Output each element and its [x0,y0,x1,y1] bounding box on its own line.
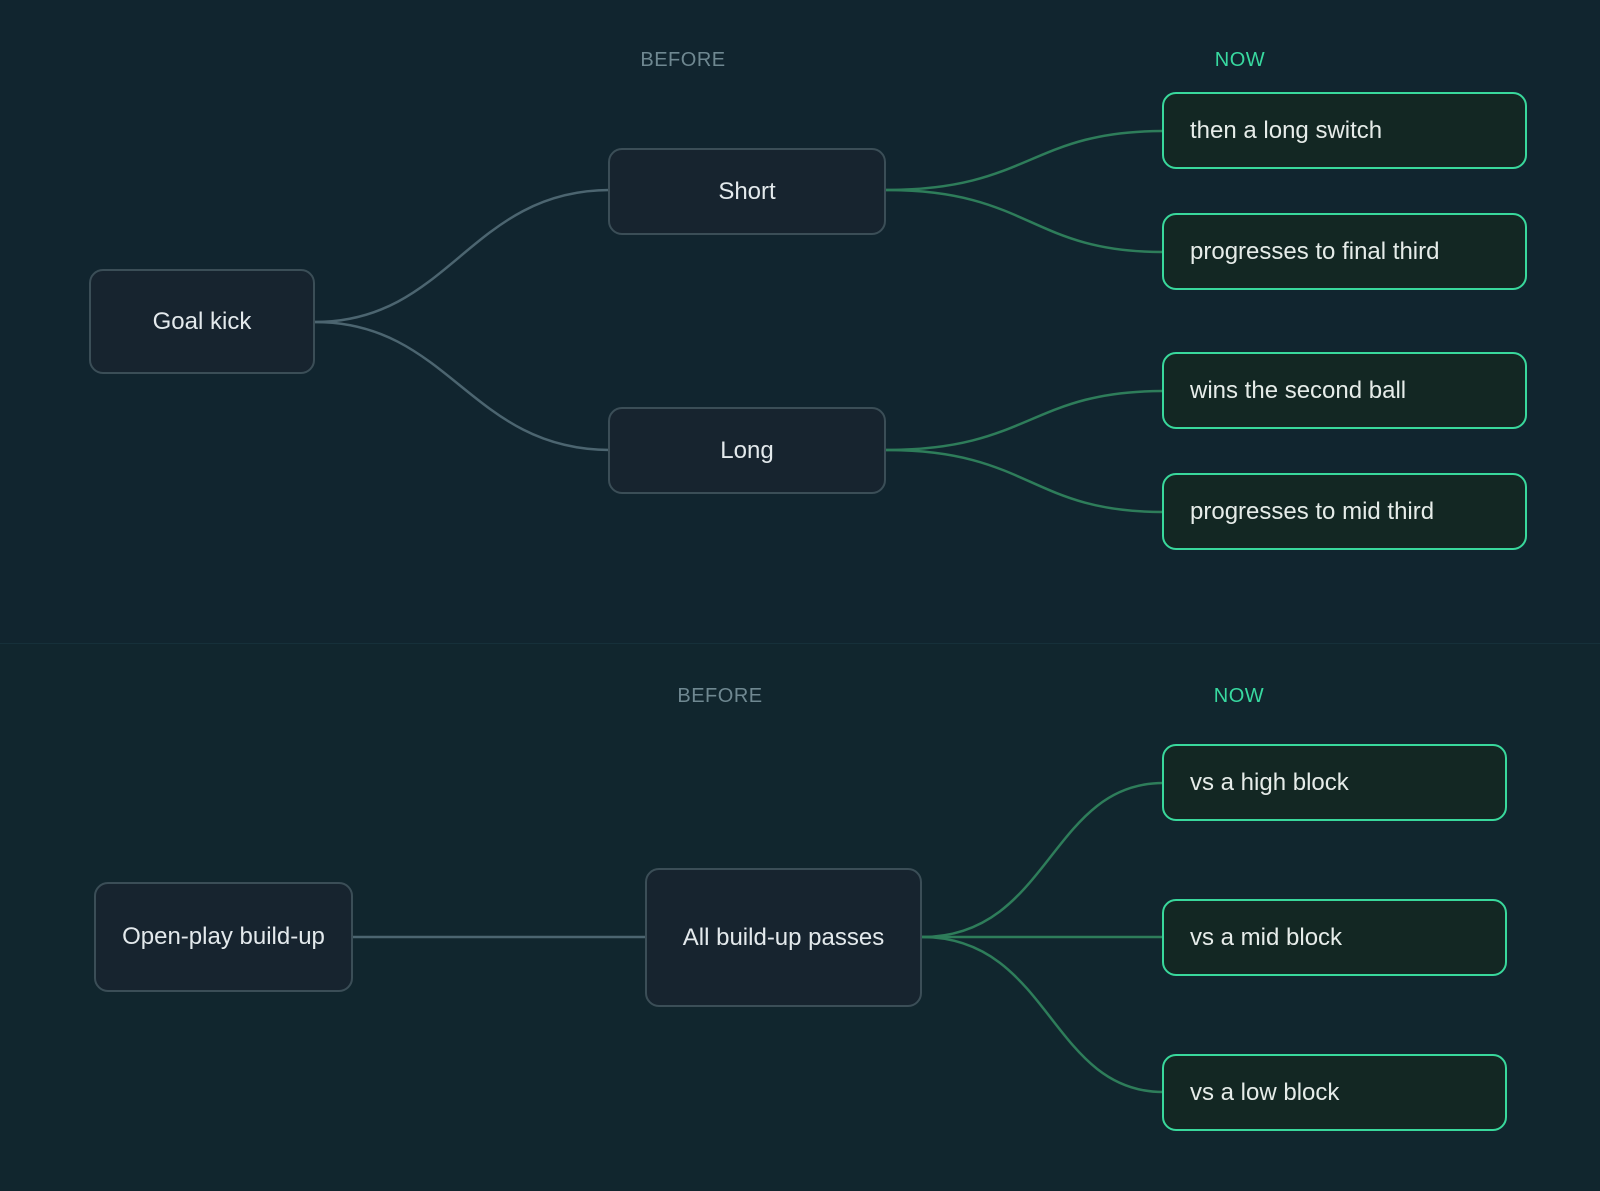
outcome-node: wins the second ball [1162,352,1527,429]
node-label: wins the second ball [1190,376,1407,404]
root-node-goal-kick: Goal kick [89,269,315,374]
outcome-node: vs a high block [1162,744,1507,821]
link-short-outcome-1 [885,129,1164,192]
link-long-outcome-2 [885,448,1164,514]
node-label: Long [720,436,774,464]
column-label-before: BEFORE [677,685,763,707]
node-label: All build-up passes [682,923,885,951]
link-goal-kick-long [314,320,611,452]
link-all-passes-outcome-3 [921,935,1164,1094]
node-label: Short [718,177,776,205]
node-label: Goal kick [152,307,252,335]
node-label: progresses to final third [1190,237,1440,265]
branch-node-short: Short [608,148,886,235]
branch-node-all-passes: All build-up passes [645,868,922,1007]
node-label: progresses to mid third [1190,497,1435,525]
node-label: vs a low block [1190,1078,1340,1106]
node-label: vs a high block [1190,768,1349,796]
column-label-now: NOW [1214,49,1266,71]
outcome-node: progresses to final third [1162,213,1527,290]
outcome-node: progresses to mid third [1162,473,1527,550]
outcome-node: then a long switch [1162,92,1527,169]
root-node-open-play: Open-play build-up [94,882,353,992]
column-label-now: NOW [1213,685,1265,707]
link-long-outcome-1 [885,389,1164,452]
outcome-node: vs a low block [1162,1054,1507,1131]
branch-node-long: Long [608,407,886,494]
node-label: then a long switch [1190,116,1383,144]
outcome-node: vs a mid block [1162,899,1507,976]
node-label: Open-play build-up [122,923,325,950]
link-all-passes-outcome-1 [921,781,1164,939]
link-goal-kick-short [314,188,611,324]
column-label-before: BEFORE [640,49,726,71]
node-label: vs a mid block [1190,923,1343,951]
link-short-outcome-2 [885,188,1164,254]
